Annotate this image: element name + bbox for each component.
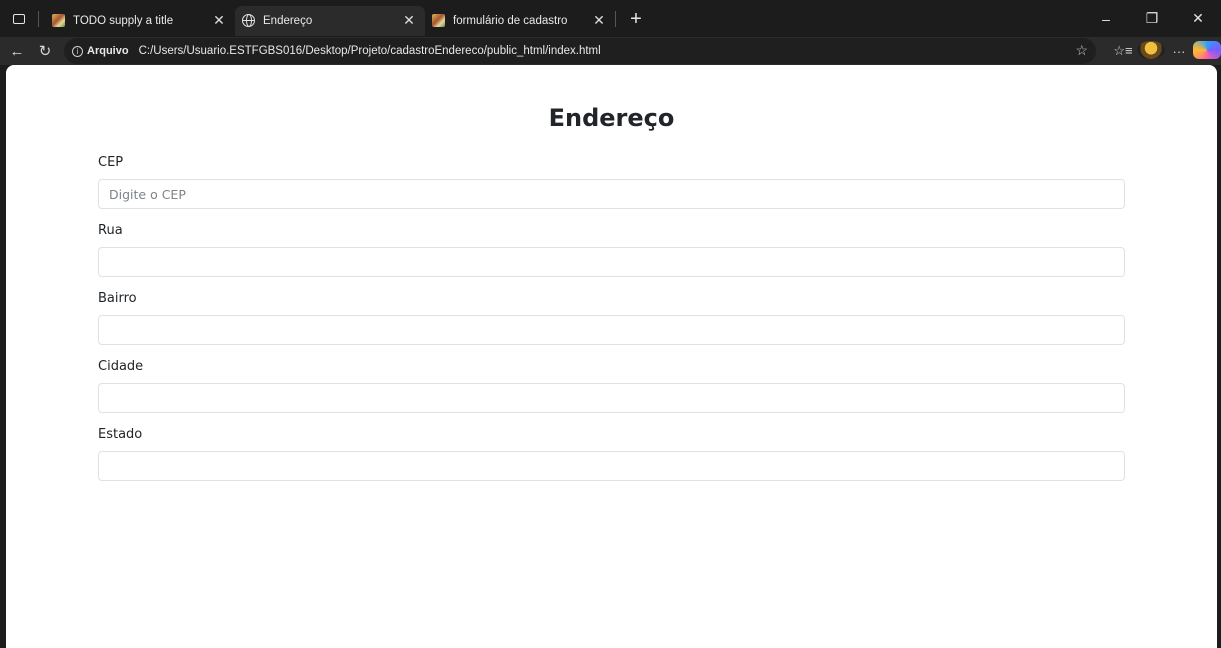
cep-input[interactable] [98,179,1125,209]
close-icon[interactable]: ✕ [211,12,227,29]
site-info-chip[interactable]: Arquivo [87,45,129,57]
address-bar[interactable]: i Arquivo C:/Users/Usuario.ESTFGBS016/De… [64,38,1096,64]
tab-actions-icon [13,13,25,24]
favorites-icon[interactable]: ☆≡ [1109,43,1137,59]
bairro-input[interactable] [98,315,1125,345]
close-window-icon[interactable]: ✕ [1175,10,1221,27]
tab-separator [38,10,39,27]
page-title: Endereço [548,104,675,132]
tab-formulario[interactable]: formulário de cadastro ✕ [425,6,615,36]
tab-endereco[interactable]: Endereço ✕ [235,5,425,36]
tab-separator [615,10,616,27]
close-icon[interactable]: ✕ [401,12,417,29]
tab-strip: TODO supply a title ✕ Endereço ✕ formulá… [0,0,1221,37]
tab-todo[interactable]: TODO supply a title ✕ [45,6,235,36]
estado-input[interactable] [98,451,1125,481]
image-favicon-icon [431,14,445,28]
info-icon[interactable]: i [72,45,83,57]
back-arrow-icon[interactable]: ← [6,43,28,60]
cidade-label: Cidade [98,359,144,374]
cidade-input[interactable] [98,383,1125,413]
more-menu-icon[interactable]: ··· [1165,44,1193,59]
page-viewport: Endereço CEP Rua Bairro Cidade Estado [6,65,1217,648]
globe-icon [241,14,255,28]
restore-icon[interactable]: ❐ [1129,10,1175,27]
close-icon[interactable]: ✕ [591,12,607,29]
bairro-label: Bairro [98,291,137,306]
image-favicon-icon [51,14,65,28]
navigation-bar: ← ↻ i Arquivo C:/Users/Usuario.ESTFGBS01… [0,37,1221,65]
tab-title: formulário de cadastro [453,14,568,27]
profile-avatar[interactable] [1137,40,1165,62]
refresh-icon[interactable]: ↻ [34,42,56,60]
rua-input[interactable] [98,247,1125,277]
tab-actions-button[interactable] [0,0,38,37]
new-tab-button[interactable]: + [622,9,650,29]
minimize-icon[interactable]: – [1083,11,1129,27]
rua-label: Rua [98,223,123,238]
url-text[interactable]: C:/Users/Usuario.ESTFGBS016/Desktop/Proj… [139,45,601,57]
cep-label: CEP [98,155,124,170]
toolbar-buttons: ☆≡ ··· [1109,37,1221,65]
tab-title: TODO supply a title [73,14,174,27]
tab-title: Endereço [263,14,313,27]
address-form: CEP Rua Bairro Cidade Estado [98,155,1125,495]
copilot-icon[interactable] [1193,40,1221,62]
estado-label: Estado [98,427,143,442]
window-controls: – ❐ ✕ [1083,0,1221,37]
favorite-star-icon[interactable]: ☆ [1075,42,1088,59]
